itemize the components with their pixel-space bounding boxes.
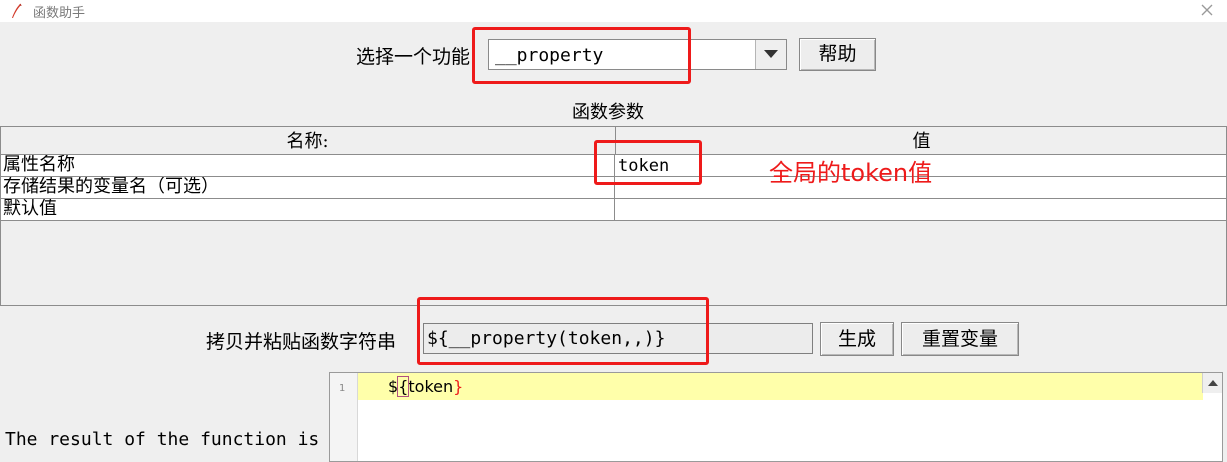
annotation-text: 全局的token值	[769, 159, 933, 187]
table-row[interactable]: 属性名称 token	[1, 155, 1226, 177]
column-header-name[interactable]: 名称:	[1, 127, 614, 155]
current-line-highlight: ${token}	[358, 373, 1203, 400]
code-dollar: $	[388, 377, 399, 396]
params-section-title: 函数参数	[572, 102, 644, 123]
params-table: 名称: 值 属性名称 token 存储结果的变量名（可选） 默认值	[0, 126, 1227, 306]
title-bar: 函数助手	[0, 0, 1227, 22]
dropdown-arrow-button[interactable]	[755, 40, 786, 69]
function-select-label: 选择一个功能	[356, 46, 471, 68]
column-header-value[interactable]: 值	[615, 127, 1227, 155]
close-icon[interactable]	[1197, 0, 1217, 20]
chevron-down-icon	[764, 50, 778, 58]
param-value[interactable]	[614, 199, 1226, 220]
result-editor[interactable]: 1 ${token}	[329, 372, 1223, 462]
param-name: 默认值	[3, 199, 57, 219]
feather-icon	[12, 3, 22, 18]
code-variable: token	[408, 377, 454, 396]
function-string-field[interactable]: ${__property(token,,)}	[423, 323, 813, 354]
scroll-up-button[interactable]	[1202, 373, 1222, 393]
param-name: 属性名称	[3, 155, 75, 175]
help-button[interactable]: 帮助	[799, 38, 876, 71]
table-row[interactable]: 存储结果的变量名（可选）	[1, 177, 1226, 199]
generate-button[interactable]: 生成	[820, 322, 894, 356]
triangle-up-icon	[1208, 380, 1218, 386]
code-close-brace: }	[453, 377, 464, 396]
result-code-line[interactable]: ${token}	[388, 376, 464, 397]
result-label: The result of the function is	[5, 429, 320, 450]
reset-variables-button[interactable]: 重置变量	[901, 322, 1019, 356]
function-dropdown[interactable]: __property	[488, 39, 787, 70]
table-row[interactable]: 默认值	[1, 199, 1226, 221]
window-title: 函数助手	[33, 6, 86, 21]
table-header: 名称: 值	[1, 127, 1226, 155]
line-gutter: 1	[330, 373, 358, 461]
code-open-brace: {	[397, 376, 410, 397]
line-number: 1	[339, 383, 346, 394]
param-name: 存储结果的变量名（可选）	[3, 177, 219, 197]
function-dropdown-value: __property	[495, 45, 604, 66]
copy-string-label: 拷贝并粘贴函数字符串	[206, 331, 397, 353]
